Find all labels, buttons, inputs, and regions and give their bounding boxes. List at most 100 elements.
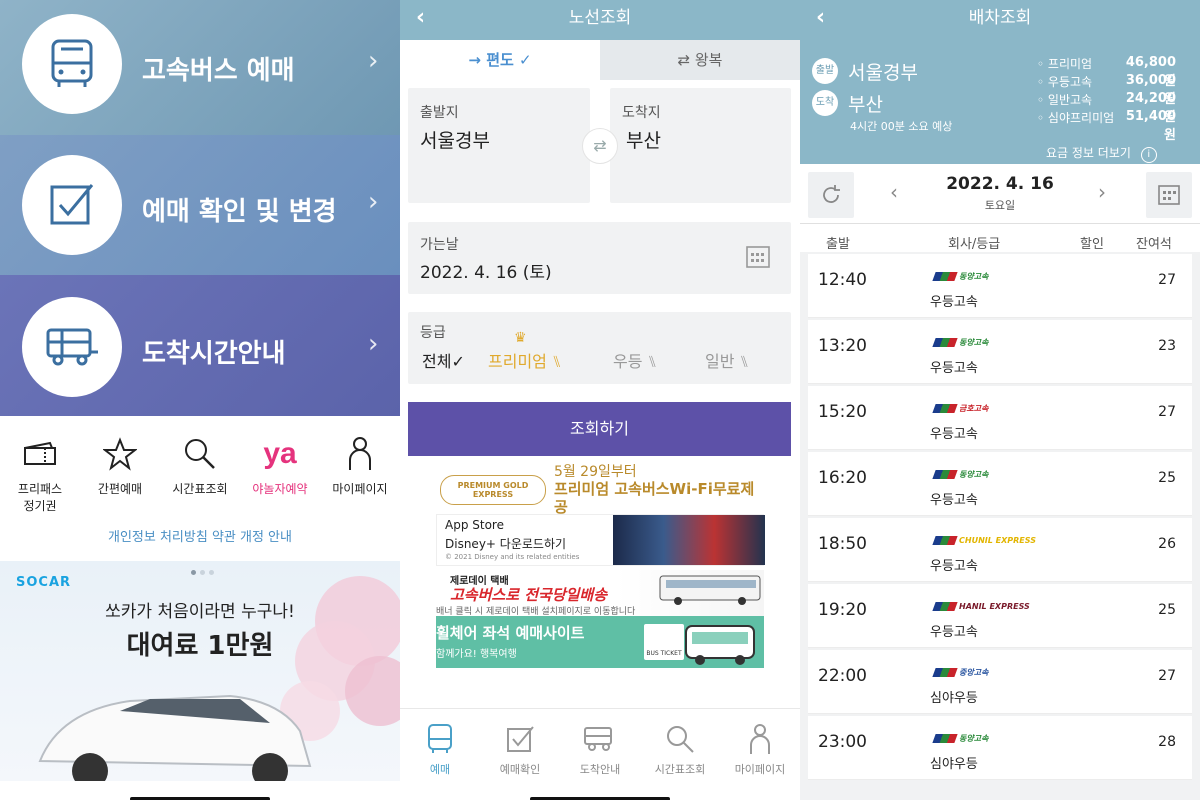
fare-grade-label: 프리미엄	[1047, 57, 1093, 71]
grade-superior[interactable]: 우등 ⑊	[613, 348, 657, 372]
tab-label: 도착안내	[579, 763, 621, 776]
quick-freepass[interactable]: 프리패스 정기권	[0, 434, 80, 514]
tab-booking[interactable]: 예매	[400, 721, 480, 777]
schedule-row[interactable]: 16:20 동양고속 우등고속 25	[808, 452, 1192, 516]
arrival-field[interactable]: 도착지 부산	[610, 88, 791, 203]
departure-field[interactable]: 출발지 서울경부	[408, 88, 590, 203]
calendar-icon[interactable]	[1146, 172, 1192, 218]
tab-oneway[interactable]: → 편도 ✓	[400, 40, 600, 80]
grade-all[interactable]: 전체✓	[422, 348, 465, 372]
tab-booking-check[interactable]: 예매확인	[480, 721, 560, 777]
date-field[interactable]: 가는날 2022. 4. 16 (토)	[408, 222, 791, 294]
company-name: 동양고속	[959, 470, 989, 479]
schedule-row[interactable]: 13:20 동양고속 우등고속 23	[808, 320, 1192, 384]
quick-label: 야놀자예약	[252, 482, 308, 496]
person-icon	[720, 721, 800, 757]
quick-yanolja[interactable]: ya 야놀자예약	[240, 434, 320, 497]
company-logo-mark	[932, 272, 958, 281]
schedule-row[interactable]: 23:00 동양고속 심야우등 28	[808, 716, 1192, 780]
tab-arrival[interactable]: 도착안내	[560, 721, 640, 777]
arrival-badge: 도착	[812, 90, 838, 116]
company-logo-mark	[932, 404, 958, 413]
refresh-icon[interactable]	[808, 172, 854, 218]
col-company-grade[interactable]: 회사/등급	[948, 233, 1000, 252]
disney-ad-image	[613, 515, 765, 565]
bus-grade: 심야우등	[930, 757, 978, 772]
bus-front-icon	[400, 721, 480, 757]
menu-arrival-info[interactable]: 도착시간안내 ›	[0, 275, 400, 416]
next-date-icon[interactable]: ›	[1098, 180, 1106, 204]
search-icon	[160, 434, 240, 474]
company-logo: 중앙고속	[932, 662, 989, 680]
tab-timetable[interactable]: 시간표조회	[640, 721, 720, 777]
schedule-header: 출발 회사/등급 할인 잔여석	[800, 225, 1200, 255]
more-fares-link[interactable]: 요금 정보 더보기 i	[1046, 144, 1157, 163]
departure-time: 22:00	[818, 666, 867, 686]
seat-icon: ⑊	[647, 352, 658, 371]
back-arrow-icon[interactable]: ‹	[416, 0, 425, 36]
prev-date-icon[interactable]: ‹	[890, 180, 898, 204]
arrival-label: 도착지	[622, 105, 661, 121]
app-store-label: App Store	[445, 518, 504, 532]
trip-type-tabs: → 편도 ✓ ⇄ 왕복	[400, 40, 800, 80]
header: ‹ 노선조회	[400, 0, 800, 40]
bus-grade: 우등고속	[930, 361, 978, 376]
grade-label: 등급	[420, 325, 446, 341]
disney-ad-banner[interactable]: App Store Disney+ 다운로드하기 © 2021 Disney a…	[436, 514, 765, 566]
chevron-right-icon: ›	[368, 329, 379, 359]
swap-icon[interactable]: ⇄	[582, 128, 618, 164]
schedule-row[interactable]: 15:20 금호고속 우등고속 27	[808, 386, 1192, 450]
socar-banner[interactable]: SOCAR 쏘카가 처음이라면 누구나! 대여료 1만원	[0, 561, 400, 781]
fare-grade: ◦ 일반고속	[1037, 93, 1093, 107]
remaining-seats: 23	[1158, 338, 1176, 354]
route-duration: 4시간 00분 소요 예상	[850, 120, 953, 133]
col-seats: 잔여석	[1136, 237, 1172, 252]
bottom-tab-bar: 예매 예매확인 도착안내 시간표조회 마이페이지	[400, 708, 800, 800]
tab-label: 시간표조회	[654, 763, 706, 776]
schedule-row[interactable]: 19:20 HANIL EXPRESS 우등고속 25	[808, 584, 1192, 648]
tab-mypage[interactable]: 마이페이지	[720, 721, 800, 777]
fare-grade: ◦ 심야프리미엄	[1037, 111, 1115, 125]
quick-easy-booking[interactable]: 간편예매	[80, 434, 160, 497]
menu-booking-check[interactable]: 예매 확인 및 변경 ›	[0, 135, 400, 275]
privacy-notice-link[interactable]: 개인정보 처리방침 약관 개정 안내	[0, 526, 400, 545]
departure-time: 16:20	[818, 468, 867, 488]
banner-illustration	[38, 576, 400, 781]
quick-mypage[interactable]: 마이페이지	[320, 434, 400, 497]
route-summary: 출발 서울경부 도착 부산 4시간 00분 소요 예상 ◦ 프리미엄 46,80…	[800, 40, 1200, 164]
quick-timetable[interactable]: 시간표조회	[160, 434, 240, 497]
company-name: 중앙고속	[959, 668, 989, 677]
remaining-seats: 28	[1158, 734, 1176, 750]
fare-grade-label: 심야프리미엄	[1047, 111, 1115, 125]
green-bus-illustration	[685, 625, 755, 665]
quick-label: 간편예매	[97, 482, 143, 496]
wheelchair-ad-banner[interactable]: 휠체어 좌석 예매사이트 함께가요! 행복여행 BUS TICKET	[436, 616, 764, 668]
quick-label: 프리패스	[17, 482, 63, 496]
tab-roundtrip[interactable]: ⇄ 왕복	[600, 40, 800, 80]
back-arrow-icon[interactable]: ‹	[816, 0, 825, 36]
schedule-row[interactable]: 12:40 동양고속 우등고속 27	[808, 254, 1192, 318]
menu-label: 도착시간안내	[142, 339, 286, 369]
schedule-row[interactable]: 18:50 CHUNIL EXPRESS 우등고속 26	[808, 518, 1192, 582]
grade-standard[interactable]: 일반 ⑊	[705, 348, 749, 372]
page-title: 노선조회	[568, 8, 632, 28]
route-to: 부산	[848, 94, 883, 116]
route-from: 서울경부	[848, 62, 918, 84]
bus-illustration	[659, 575, 761, 605]
grade-premium[interactable]: 프리미엄 ⑊	[488, 348, 562, 372]
company-name: 동양고속	[959, 734, 989, 743]
yanolja-logo: ya	[240, 434, 320, 474]
schedule-row[interactable]: 22:00 중앙고속 심야우등 27	[808, 650, 1192, 714]
departure-time: 13:20	[818, 336, 867, 356]
bus-grade: 우등고속	[930, 427, 978, 442]
tab-label: 예매확인	[499, 763, 541, 776]
company-logo-mark	[932, 470, 958, 479]
menu-bus-booking[interactable]: 고속버스 예매 ›	[0, 0, 400, 135]
wheelchair-ad-sub: 함께가요! 행복여행	[436, 649, 517, 660]
fare-grade-label: 우등고속	[1047, 75, 1093, 89]
delivery-ad-banner[interactable]: 제로데이 택배 고속버스로 전국당일배송 배너 클릭 시 제로데이 택배 설치페…	[436, 570, 764, 617]
fare-grade: ◦ 우등고속	[1037, 75, 1093, 89]
wifi-promo-banner[interactable]: PREMIUM GOLD EXPRESS 5월 29일부터 프리미엄 고속버스Wi…	[440, 464, 760, 515]
search-button[interactable]: 조회하기	[408, 402, 791, 456]
quick-label: 시간표조회	[172, 482, 228, 496]
